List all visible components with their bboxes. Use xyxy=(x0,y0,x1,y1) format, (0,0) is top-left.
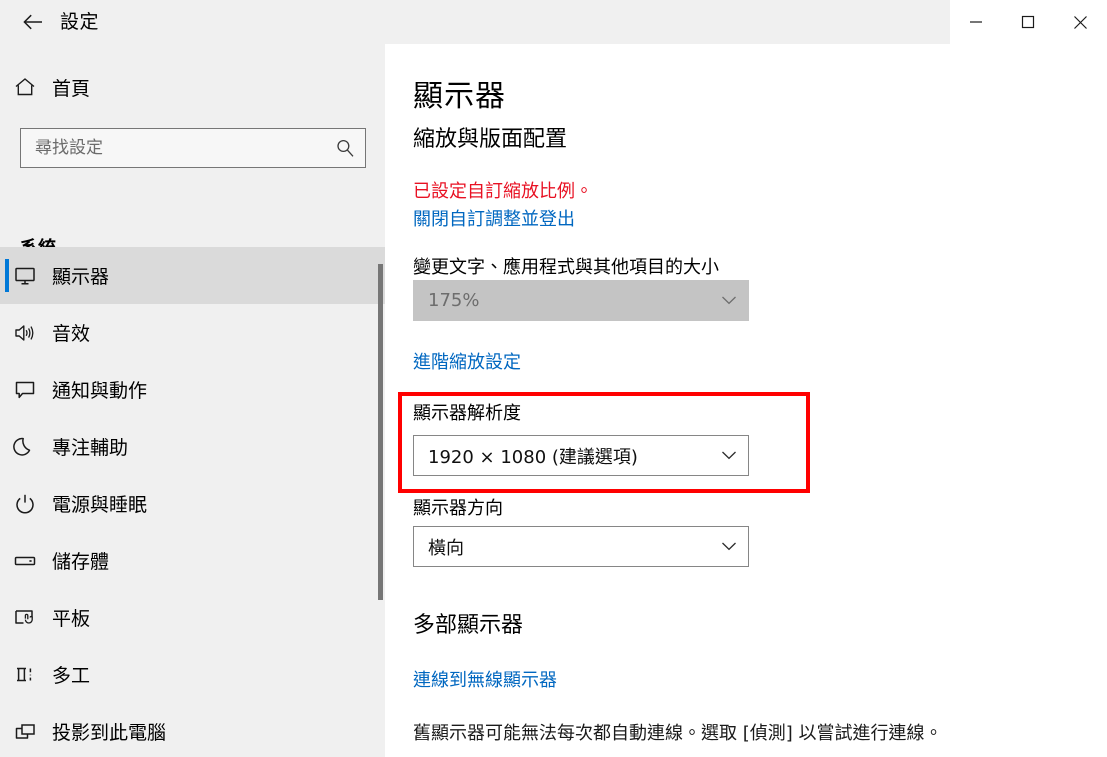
chevron-down-icon xyxy=(710,527,748,566)
sidebar-nav-list: 顯示器 音效 通知與動作 專注輔助 電源與睡眠 儲存體 平板 多工 投影到此電腦 xyxy=(0,247,385,757)
multi-display-title: 多部顯示器 xyxy=(413,613,524,638)
sidebar-scrollbar[interactable] xyxy=(378,44,383,757)
minimize-button[interactable] xyxy=(950,0,1002,44)
power-icon xyxy=(0,493,50,515)
orientation-dropdown[interactable]: 橫向 xyxy=(413,526,749,567)
title-bar: 設定 xyxy=(0,0,1107,44)
settings-window: 設定 首頁 尋找設定 顯示器 音效 通知與動作 專注輔助 電源與睡眠 儲存體 平… xyxy=(0,0,1107,757)
sidebar-item-sound[interactable]: 音效 xyxy=(0,304,385,361)
sidebar-item-label: 多工 xyxy=(52,665,91,687)
sidebar-item-label: 投影到此電腦 xyxy=(52,722,167,744)
search-icon[interactable] xyxy=(325,129,365,167)
sidebar-item-label: 音效 xyxy=(52,323,91,345)
sidebar-item-label: 顯示器 xyxy=(52,266,110,288)
back-arrow-icon[interactable] xyxy=(18,8,48,36)
sidebar-item-notifications[interactable]: 通知與動作 xyxy=(0,361,385,418)
sidebar-item-multitasking[interactable]: 多工 xyxy=(0,646,385,703)
project-icon xyxy=(0,721,50,743)
window-controls xyxy=(950,0,1107,44)
connect-wireless-display-link[interactable]: 連線到無線顯示器 xyxy=(413,666,557,692)
sidebar-item-label: 電源與睡眠 xyxy=(52,494,148,516)
sidebar-item-label: 專注輔助 xyxy=(52,437,129,459)
scale-value: 175% xyxy=(428,290,480,311)
search-box[interactable] xyxy=(20,128,366,168)
sidebar-scrollbar-thumb[interactable] xyxy=(378,264,383,600)
sidebar-item-display[interactable]: 顯示器 xyxy=(0,247,385,304)
search-input[interactable] xyxy=(21,129,325,167)
sidebar-item-storage[interactable]: 儲存體 xyxy=(0,532,385,589)
monitor-icon xyxy=(0,265,50,287)
sidebar-item-tablet[interactable]: 平板 xyxy=(0,589,385,646)
resolution-label: 顯示器解析度 xyxy=(413,403,521,424)
page-title: 顯示器 xyxy=(413,79,506,114)
scale-label: 變更文字、應用程式與其他項目的大小 xyxy=(413,257,719,278)
chevron-down-icon xyxy=(710,281,748,320)
chevron-down-icon xyxy=(710,436,748,475)
turn-off-custom-scaling-link[interactable]: 關閉自訂調整並登出 xyxy=(413,205,575,231)
custom-scaling-warning: 已設定自訂縮放比例。 xyxy=(413,181,593,202)
tablet-icon xyxy=(0,607,50,629)
moon-icon xyxy=(0,436,50,458)
home-icon xyxy=(0,77,50,97)
multitasking-icon xyxy=(0,664,50,686)
window-title: 設定 xyxy=(60,11,100,33)
orientation-value: 橫向 xyxy=(428,537,464,559)
multi-display-note: 舊顯示器可能無法每次都自動連線。選取 [偵測] 以嘗試進行連線。 xyxy=(413,723,943,744)
sidebar-home-label: 首頁 xyxy=(52,77,91,100)
notification-icon xyxy=(0,379,50,401)
scale-dropdown[interactable]: 175% xyxy=(413,280,749,321)
sidebar-item-label: 平板 xyxy=(52,608,91,630)
sidebar-item-project-to-pc[interactable]: 投影到此電腦 xyxy=(0,703,385,757)
maximize-button[interactable] xyxy=(1002,0,1054,44)
scale-section-title: 縮放與版面配置 xyxy=(413,127,568,152)
sidebar-item-label: 通知與動作 xyxy=(52,380,148,402)
orientation-label: 顯示器方向 xyxy=(413,498,503,519)
sidebar-item-label: 儲存體 xyxy=(52,551,110,573)
drive-icon xyxy=(0,550,50,572)
speaker-icon xyxy=(0,322,50,344)
sidebar-item-home[interactable]: 首頁 xyxy=(0,66,385,108)
main-content: 顯示器 縮放與版面配置 已設定自訂縮放比例。 關閉自訂調整並登出 變更文字、應用… xyxy=(385,44,1107,757)
sidebar-item-focus-assist[interactable]: 專注輔助 xyxy=(0,418,385,475)
resolution-dropdown[interactable]: 1920 × 1080 (建議選項) xyxy=(413,435,749,476)
advanced-scaling-settings-link[interactable]: 進階縮放設定 xyxy=(413,348,521,374)
sidebar-item-power-sleep[interactable]: 電源與睡眠 xyxy=(0,475,385,532)
sidebar: 首頁 系統 顯示器 xyxy=(0,44,385,757)
close-button[interactable] xyxy=(1055,0,1107,44)
resolution-value: 1920 × 1080 (建議選項) xyxy=(428,446,638,468)
